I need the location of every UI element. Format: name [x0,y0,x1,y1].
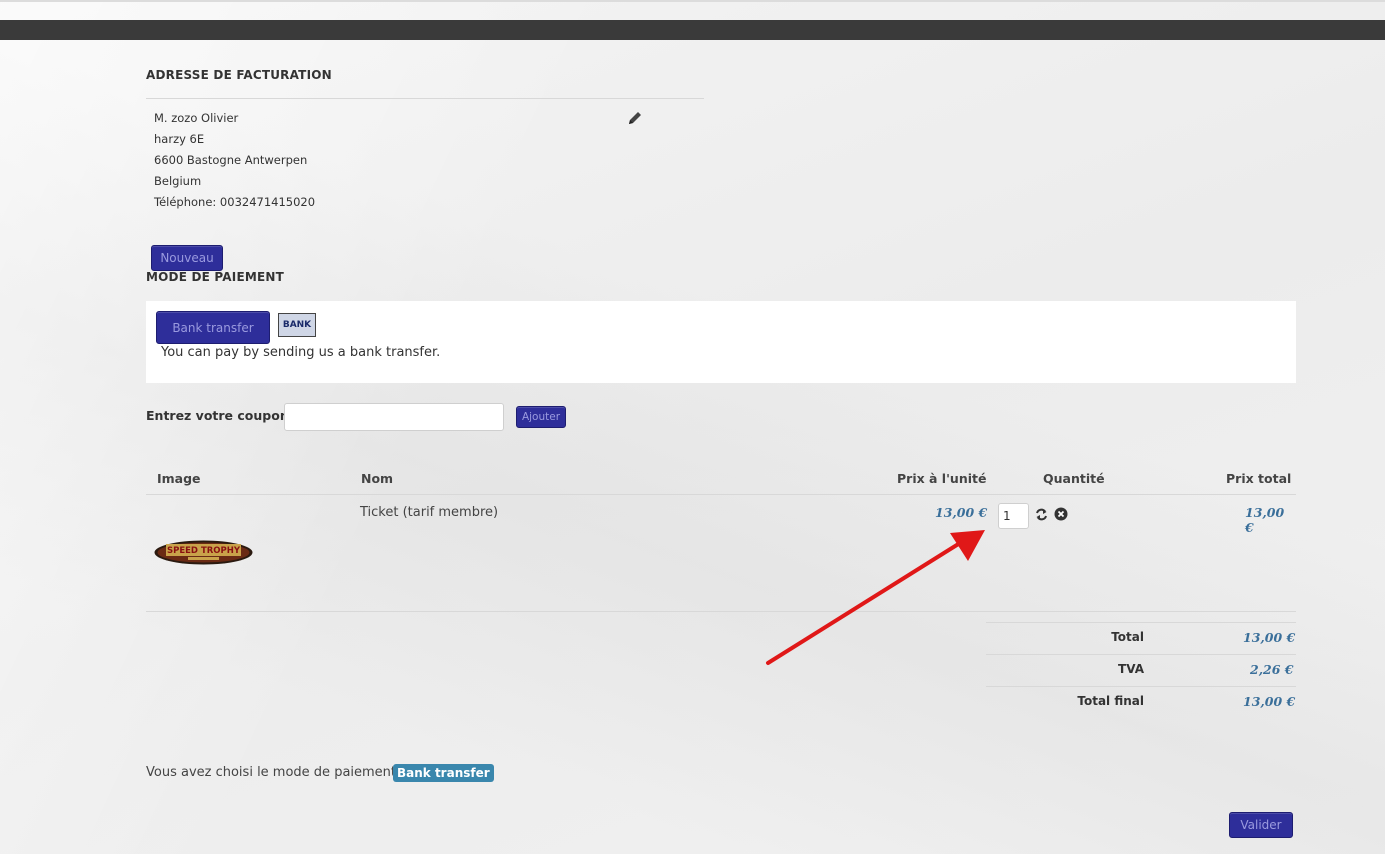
summary-total-value: 13,00 € [1243,630,1296,645]
billing-city: 6600 Bastogne Antwerpen [154,153,308,167]
product-logo-text: SPEED TROPHY [167,546,241,556]
summary-final-value: 13,00 € [1243,694,1296,709]
page-background [0,0,1385,854]
summary-divider-2 [986,686,1296,687]
refresh-quantity-icon[interactable] [1035,506,1048,521]
table-row: SPEED TROPHY Ticket (tarif membre) 13,00… [146,495,1296,611]
quantity-input[interactable]: 1 [998,503,1029,529]
summary-final-label: Total final [1077,694,1144,708]
validate-button[interactable]: Valider [1229,812,1293,838]
top-bar [0,20,1385,40]
col-header-image: Image [157,471,201,486]
edit-pencil-icon[interactable] [627,110,643,126]
item-name: Ticket (tarif membre) [360,505,499,520]
col-header-total-price: Prix total [1226,471,1292,486]
billing-country: Belgium [154,174,202,188]
chosen-payment-badge: Bank transfer [393,764,494,782]
summary-total-label: Total [1111,630,1144,644]
billing-name: M. zozo Olivier [154,111,239,125]
col-header-quantity: Quantité [1043,471,1105,486]
summary-tva-value: 2,26 € [1250,662,1294,677]
new-address-button[interactable]: Nouveau [151,245,223,271]
summary-divider-top [986,622,1296,623]
item-total-price: 13,00 € [1245,505,1285,535]
payment-panel [146,301,1296,383]
add-coupon-button[interactable]: Ajouter [516,406,566,428]
billing-street: harzy 6E [154,132,205,146]
coupon-input[interactable] [284,403,504,431]
col-header-unit-price: Prix à l'unité [897,471,987,486]
summary-divider-1 [986,654,1296,655]
billing-title: ADRESSE DE FACTURATION [146,68,332,82]
annotation-arrow-icon [766,530,985,665]
payment-title: MODE DE PAIEMENT [146,270,285,284]
remove-item-icon[interactable] [1054,506,1068,521]
summary-tva-label: TVA [1118,662,1144,676]
bank-logo-icon: BANK [278,313,316,337]
coupon-label: Entrez votre coupon [146,408,289,423]
col-header-name: Nom [361,471,394,486]
item-unit-price: 13,00 € [935,505,988,520]
bank-transfer-button[interactable]: Bank transfer [156,311,270,344]
billing-divider [146,98,704,99]
chosen-payment-text: Vous avez choisi le mode de paiement: [146,765,401,780]
billing-phone: Téléphone: 0032471415020 [154,195,316,209]
payment-description: You can pay by sending us a bank transfe… [161,345,441,360]
top-line [0,0,1385,2]
product-logo-image: SPEED TROPHY [154,540,253,565]
table-bottom-divider [146,611,1296,612]
